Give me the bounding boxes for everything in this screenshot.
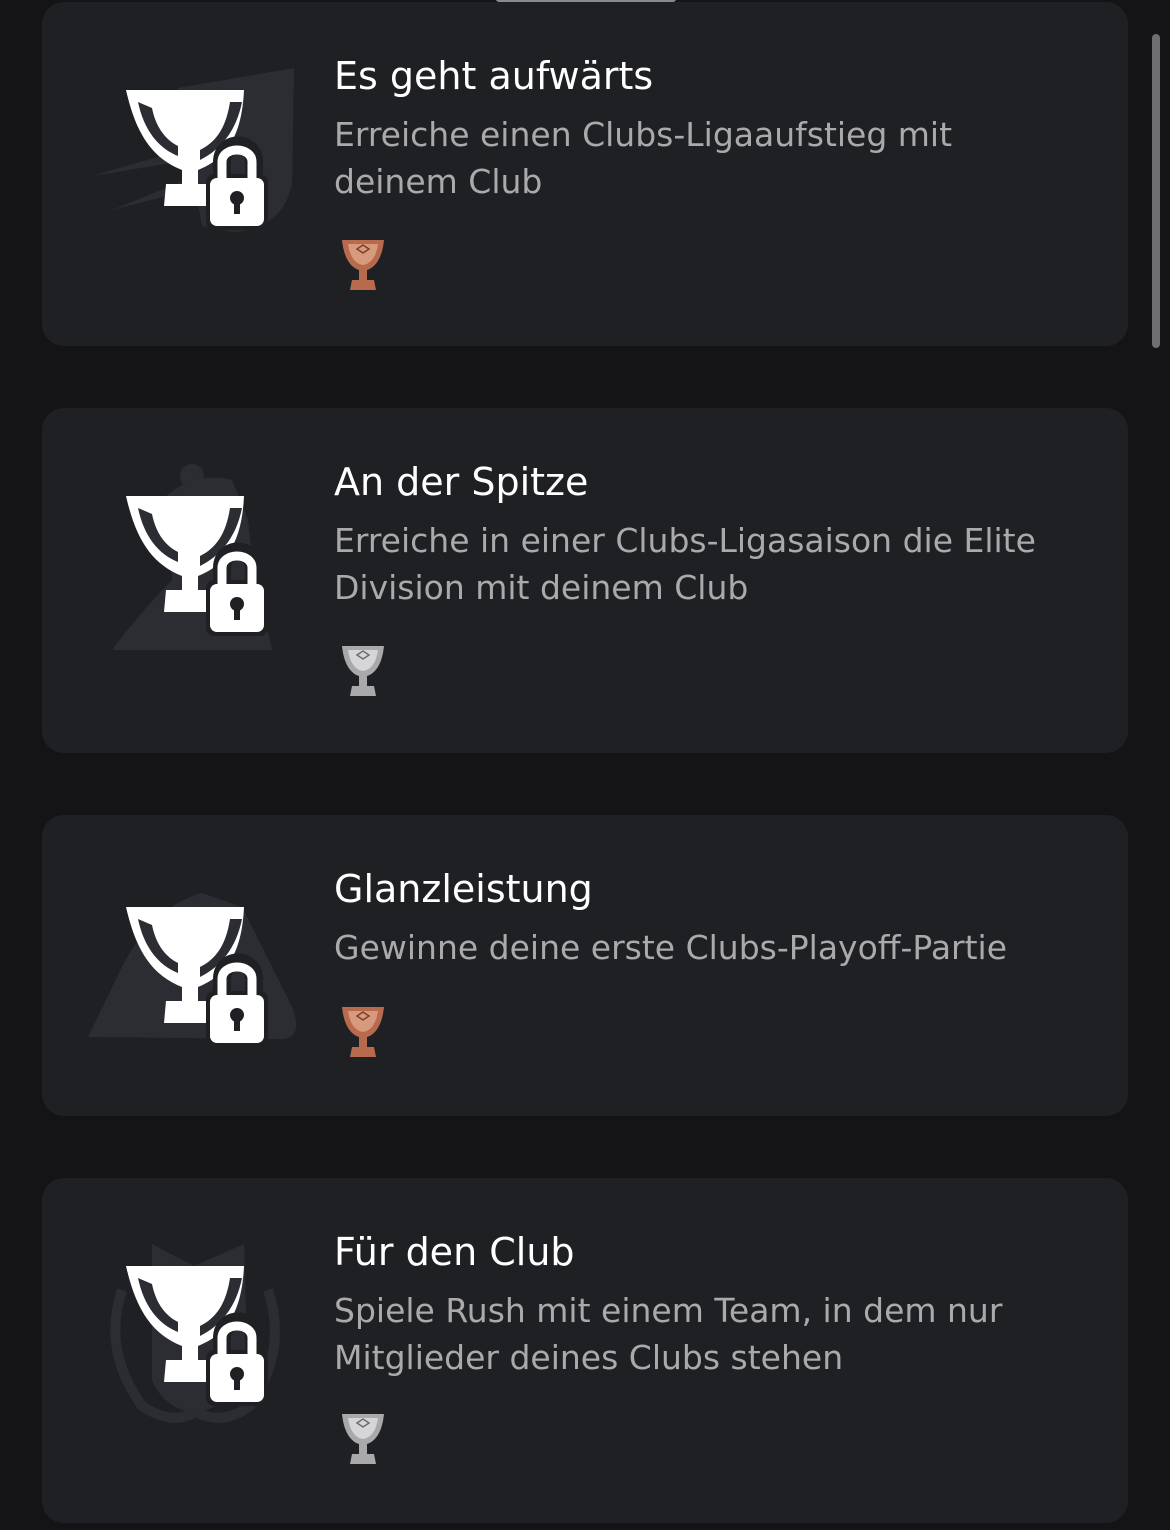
trophy-artwork	[82, 54, 322, 294]
trophy-artwork	[82, 1230, 322, 1470]
trophy-list-screen: Es geht aufwärts Erreiche einen Clubs-Li…	[0, 0, 1170, 1530]
scrollbar[interactable]	[1152, 34, 1160, 348]
bronze-trophy-icon	[342, 240, 384, 290]
trophy-title: Glanzleistung	[334, 867, 593, 911]
silver-trophy-icon	[342, 1414, 384, 1464]
trophy-card[interactable]: An der Spitze Erreiche in einer Clubs-Li…	[42, 408, 1128, 753]
trophy-title: An der Spitze	[334, 460, 589, 504]
trophy-artwork	[82, 460, 322, 700]
trophy-description: Spiele Rush mit einem Team, in dem nur M…	[334, 1291, 1003, 1377]
silver-trophy-icon	[342, 646, 384, 696]
bronze-trophy-icon	[342, 1007, 384, 1057]
trophy-description: Gewinne deine erste Clubs-Playoff-Partie	[334, 928, 1008, 967]
trophy-title: Für den Club	[334, 1230, 575, 1274]
trophy-list: Es geht aufwärts Erreiche einen Clubs-Li…	[0, 0, 1170, 1530]
trophy-description: Erreiche in einer Clubs-Ligasaison die E…	[334, 521, 1036, 607]
trophy-card[interactable]: Glanzleistung Gewinne deine erste Clubs-…	[42, 815, 1128, 1116]
trophy-card[interactable]: Für den Club Spiele Rush mit einem Team,…	[42, 1178, 1128, 1523]
trophy-artwork	[82, 857, 322, 1097]
trophy-card[interactable]: Es geht aufwärts Erreiche einen Clubs-Li…	[42, 2, 1128, 346]
trophy-description: Erreiche einen Clubs-Ligaaufstieg mit de…	[334, 115, 953, 201]
trophy-title: Es geht aufwärts	[334, 54, 654, 98]
